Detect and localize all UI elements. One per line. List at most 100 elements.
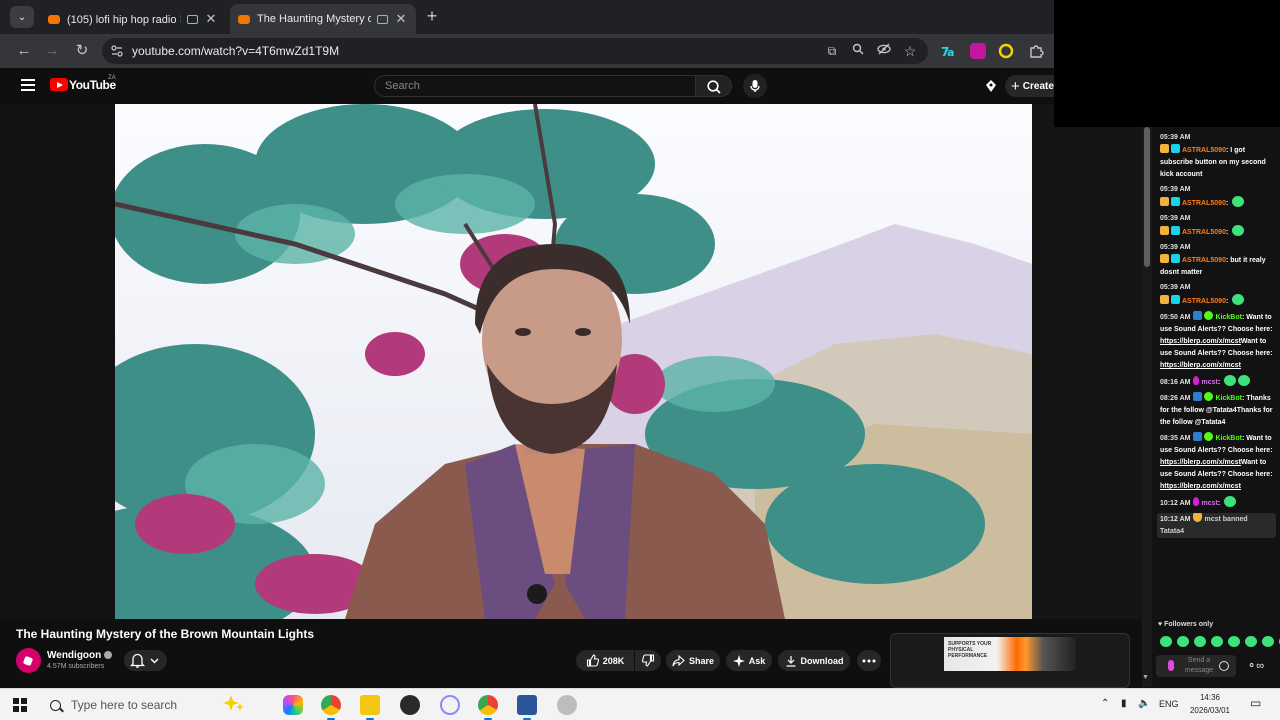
bot-badge-icon — [1193, 432, 1203, 441]
zoom-icon[interactable] — [850, 43, 866, 59]
close-tab-icon[interactable]: ✕ — [204, 11, 218, 27]
more-actions-button[interactable] — [857, 650, 881, 671]
taskbar-file-explorer-icon[interactable] — [360, 695, 380, 720]
search-input[interactable] — [374, 75, 696, 97]
overlay-black-panel — [1054, 0, 1280, 127]
chat-settings-icon[interactable]: ⚬∞ — [1247, 659, 1264, 672]
close-tab-icon[interactable]: ✕ — [394, 11, 408, 27]
emote-icon[interactable] — [1262, 636, 1274, 647]
emote-icon[interactable] — [1194, 636, 1206, 647]
svg-text:a: a — [947, 46, 954, 59]
chat-username[interactable]: mcst — [1201, 379, 1217, 386]
plus-icon: + — [1011, 77, 1020, 95]
video-player[interactable] — [115, 104, 1032, 619]
tray-microphone-icon[interactable]: ▮ — [1121, 698, 1127, 709]
video-frame-scene — [115, 104, 1032, 619]
taskbar-clock[interactable]: 14:36 2026/03/01 — [1184, 691, 1236, 717]
extension-yellow-icon[interactable] — [998, 43, 1014, 59]
chat-username[interactable]: KickBot — [1215, 314, 1241, 321]
download-icon — [786, 655, 795, 667]
taskbar-app-icon[interactable] — [557, 695, 577, 715]
address-bar[interactable]: youtube.com/watch?v=4T6mwZd1T9M ⧉ ☆ — [102, 38, 928, 64]
verified-badge-icon — [1204, 392, 1214, 401]
tab-haunting-mystery[interactable]: The Haunting Mystery of the Brown Mounta… — [230, 4, 416, 34]
windows-start-icon[interactable] — [13, 698, 27, 712]
chat-username[interactable]: KickBot — [1215, 435, 1241, 442]
search-button[interactable] — [696, 75, 732, 97]
crown-badge-icon — [1160, 144, 1169, 153]
notification-center-icon[interactable]: ▭ — [1250, 696, 1261, 710]
voice-search-button[interactable] — [743, 74, 767, 98]
like-button[interactable]: 208K — [576, 650, 634, 671]
chat-timestamp: 08:16 AM — [1160, 379, 1191, 386]
bookmark-star-icon[interactable]: ☆ — [902, 43, 918, 59]
emoji-picker-icon[interactable] — [1219, 661, 1229, 671]
copilot-sparkle-icon[interactable] — [222, 693, 246, 717]
crown-badge-icon — [1160, 295, 1169, 304]
taskbar-chrome-profile-icon[interactable] — [478, 695, 498, 720]
emote-icon[interactable] — [1177, 636, 1189, 647]
channel-avatar[interactable] — [16, 648, 41, 673]
back-icon[interactable]: ← — [14, 41, 34, 61]
site-info-icon[interactable] — [110, 44, 124, 58]
tab-search-dropdown[interactable]: ⌄ — [10, 6, 34, 28]
clock-date: 2026/03/01 — [1189, 706, 1231, 715]
share-arrow-icon — [672, 654, 685, 666]
share-button[interactable]: Share — [666, 650, 720, 671]
tray-language[interactable]: ENG — [1159, 699, 1179, 709]
taskbar-snipping-icon[interactable] — [440, 695, 460, 715]
emote-icon[interactable] — [1211, 636, 1223, 647]
cast-indicator-icon — [187, 14, 198, 24]
chat-username[interactable]: ASTRAL5090 — [1182, 257, 1226, 264]
tray-volume-icon[interactable]: 🔈 — [1138, 698, 1150, 709]
chat-username[interactable]: KickBot — [1215, 395, 1241, 402]
moderator-shield-icon — [1193, 513, 1203, 522]
reload-icon[interactable]: ↻ — [72, 41, 92, 61]
chat-username[interactable]: ASTRAL5090 — [1182, 298, 1226, 305]
assistant-sparkle-icon[interactable] — [983, 78, 999, 94]
extension-pink-icon[interactable] — [970, 43, 986, 59]
eye-slash-icon[interactable] — [876, 43, 892, 59]
tray-chevron-up-icon[interactable]: ⌃ — [1101, 698, 1109, 709]
emote-icon[interactable] — [1245, 636, 1257, 647]
cast-icon[interactable]: ⧉ — [824, 43, 840, 59]
chat-mod-action: 10:12 AM mcst banned Tatata4 — [1157, 513, 1276, 538]
chat-username[interactable]: mcst — [1201, 500, 1217, 507]
url-text: youtube.com/watch?v=4T6mwZd1T9M — [132, 44, 340, 58]
chat-scrollbar-thumb[interactable] — [1144, 127, 1150, 267]
new-tab-button[interactable]: + — [422, 6, 442, 26]
tab-lofi[interactable]: (105) lofi hip hop radio 📚 - ✕ — [40, 4, 226, 34]
browser-toolbar: ← → ↻ youtube.com/watch?v=4T6mwZd1T9M ⧉ … — [0, 34, 1054, 68]
clock-time: 14:36 — [1199, 693, 1221, 702]
notifications-button[interactable] — [124, 650, 167, 671]
youtube-logo-icon[interactable] — [50, 78, 68, 91]
create-button[interactable]: + Create — [1005, 75, 1054, 97]
channel-name[interactable]: Wendigoon — [47, 650, 113, 661]
chat-username[interactable]: ASTRAL5090 — [1182, 147, 1226, 154]
taskbar-chrome-icon[interactable] — [321, 695, 341, 720]
dislike-button[interactable] — [635, 650, 661, 671]
extensions-puzzle-icon[interactable] — [1028, 43, 1044, 59]
bot-badge-icon — [1193, 311, 1203, 320]
windows-taskbar: Type here to search ⌃ ▮ 🔈 ENG 14:36 2026… — [0, 688, 1280, 720]
emote-icon[interactable] — [1228, 636, 1240, 647]
chat-link[interactable]: https://blerp.com/x/mcst — [1160, 483, 1241, 490]
forward-icon[interactable]: → — [42, 41, 62, 61]
more-horizontal-icon — [862, 659, 876, 662]
taskbar-word-icon[interactable] — [517, 695, 537, 720]
emote-icon[interactable] — [1160, 636, 1172, 647]
chat-link[interactable]: https://blerp.com/x/mcst — [1160, 459, 1241, 466]
chat-scroll-down-icon[interactable]: ▼ — [1142, 674, 1149, 681]
chat-username[interactable]: ASTRAL5090 — [1182, 200, 1226, 207]
taskbar-app-copilot-icon[interactable] — [283, 695, 303, 715]
chat-link[interactable]: https://blerp.com/x/mcst — [1160, 362, 1241, 369]
extension-translate-icon[interactable]: 7a — [940, 43, 956, 59]
download-button[interactable]: Download — [778, 650, 850, 671]
taskbar-obs-icon[interactable] — [400, 695, 420, 715]
ask-button[interactable]: Ask — [726, 650, 772, 671]
chat-link[interactable]: https://blerp.com/x/mcst — [1160, 338, 1241, 345]
menu-icon[interactable] — [21, 79, 35, 91]
ad-banner-text: SUPPORTS YOUR PHYSICAL PERFORMANCE — [948, 641, 992, 659]
chat-username[interactable]: ASTRAL5090 — [1182, 229, 1226, 236]
chat-messages: 05:39 AM ASTRAL5090: I got subscribe but… — [1157, 132, 1276, 541]
